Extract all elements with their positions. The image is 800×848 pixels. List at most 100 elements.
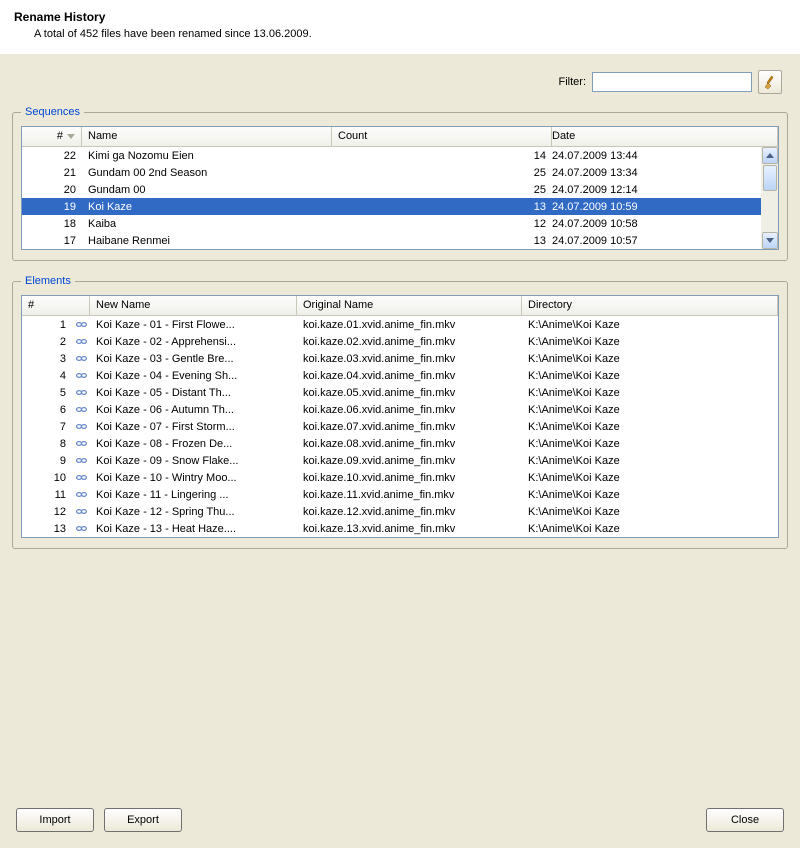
- seq-row-num: 21: [22, 167, 82, 179]
- seq-row-num: 19: [22, 201, 82, 213]
- elements-header: # New Name Original Name Directory: [22, 296, 778, 316]
- elem-row-icon: [72, 437, 90, 450]
- scroll-thumb[interactable]: [763, 165, 777, 191]
- elem-row-dir: K:\Anime\Koi Kaze: [522, 455, 742, 467]
- chevron-up-icon: [766, 153, 774, 158]
- elements-row[interactable]: 9Koi Kaze - 09 - Snow Flake...koi.kaze.0…: [22, 452, 778, 469]
- page-subtitle: A total of 452 files have been renamed s…: [34, 28, 786, 40]
- close-button[interactable]: Close: [706, 808, 784, 832]
- seq-row-name: Gundam 00: [82, 184, 332, 196]
- elem-row-new: Koi Kaze - 06 - Autumn Th...: [90, 404, 297, 416]
- elem-row-dir: K:\Anime\Koi Kaze: [522, 336, 742, 348]
- elements-row[interactable]: 10Koi Kaze - 10 - Wintry Moo...koi.kaze.…: [22, 469, 778, 486]
- elements-row[interactable]: 11Koi Kaze - 11 - Lingering ...koi.kaze.…: [22, 486, 778, 503]
- elem-row-orig: koi.kaze.09.xvid.anime_fin.mkv: [297, 455, 522, 467]
- sequences-col-date[interactable]: Date: [552, 127, 778, 146]
- seq-row-count: 14: [332, 150, 552, 162]
- sequences-row[interactable]: 17Haibane Renmei1324.07.2009 10:57: [22, 232, 761, 249]
- link-icon: [75, 505, 88, 518]
- clear-filter-button[interactable]: [758, 70, 782, 94]
- seq-row-date: 24.07.2009 10:57: [552, 235, 742, 247]
- link-icon: [75, 352, 88, 365]
- elem-row-new: Koi Kaze - 03 - Gentle Bre...: [90, 353, 297, 365]
- elements-row[interactable]: 1Koi Kaze - 01 - First Flowe...koi.kaze.…: [22, 316, 778, 333]
- export-button[interactable]: Export: [104, 808, 182, 832]
- elem-row-dir: K:\Anime\Koi Kaze: [522, 353, 742, 365]
- elem-row-icon: [72, 318, 90, 331]
- elem-row-icon: [72, 454, 90, 467]
- elem-row-orig: koi.kaze.03.xvid.anime_fin.mkv: [297, 353, 522, 365]
- elem-row-num: 13: [22, 523, 72, 535]
- sequences-row[interactable]: 22Kimi ga Nozomu Eien1424.07.2009 13:44: [22, 147, 761, 164]
- page-title: Rename History: [14, 10, 786, 24]
- scroll-down-button[interactable]: [762, 232, 778, 249]
- sequences-scrollbar[interactable]: [761, 147, 778, 249]
- elem-row-num: 12: [22, 506, 72, 518]
- elem-row-num: 1: [22, 319, 72, 331]
- seq-row-count: 25: [332, 184, 552, 196]
- elem-row-orig: koi.kaze.11.xvid.anime_fin.mkv: [297, 489, 522, 501]
- seq-row-num: 22: [22, 150, 82, 162]
- sequences-col-name[interactable]: Name: [82, 127, 332, 146]
- filter-row: Filter:: [18, 70, 782, 94]
- seq-row-name: Koi Kaze: [82, 201, 332, 213]
- elem-row-dir: K:\Anime\Koi Kaze: [522, 472, 742, 484]
- elem-row-dir: K:\Anime\Koi Kaze: [522, 370, 742, 382]
- elem-row-orig: koi.kaze.01.xvid.anime_fin.mkv: [297, 319, 522, 331]
- elem-row-orig: koi.kaze.02.xvid.anime_fin.mkv: [297, 336, 522, 348]
- link-icon: [75, 318, 88, 331]
- sequences-col-num[interactable]: #: [22, 127, 82, 146]
- seq-row-num: 18: [22, 218, 82, 230]
- elements-col-num[interactable]: #: [22, 296, 90, 315]
- elem-row-num: 7: [22, 421, 72, 433]
- elements-row[interactable]: 5Koi Kaze - 05 - Distant Th...koi.kaze.0…: [22, 384, 778, 401]
- filter-input[interactable]: [592, 72, 752, 92]
- seq-row-date: 24.07.2009 10:58: [552, 218, 742, 230]
- elements-row[interactable]: 8Koi Kaze - 08 - Frozen De...koi.kaze.08…: [22, 435, 778, 452]
- link-icon: [75, 335, 88, 348]
- elements-row[interactable]: 6Koi Kaze - 06 - Autumn Th...koi.kaze.06…: [22, 401, 778, 418]
- elem-row-orig: koi.kaze.12.xvid.anime_fin.mkv: [297, 506, 522, 518]
- elem-row-num: 2: [22, 336, 72, 348]
- elements-listview[interactable]: # New Name Original Name Directory 1Koi …: [21, 295, 779, 538]
- elem-row-new: Koi Kaze - 04 - Evening Sh...: [90, 370, 297, 382]
- elements-col-orig[interactable]: Original Name: [297, 296, 522, 315]
- seq-row-name: Kimi ga Nozomu Eien: [82, 150, 332, 162]
- header: Rename History A total of 452 files have…: [0, 0, 800, 54]
- sequences-row[interactable]: 20Gundam 002524.07.2009 12:14: [22, 181, 761, 198]
- sequences-row[interactable]: 19Koi Kaze1324.07.2009 10:59: [22, 198, 761, 215]
- elements-row[interactable]: 7Koi Kaze - 07 - First Storm...koi.kaze.…: [22, 418, 778, 435]
- elements-row[interactable]: 12Koi Kaze - 12 - Spring Thu...koi.kaze.…: [22, 503, 778, 520]
- elem-row-new: Koi Kaze - 08 - Frozen De...: [90, 438, 297, 450]
- elem-row-dir: K:\Anime\Koi Kaze: [522, 506, 742, 518]
- elem-row-dir: K:\Anime\Koi Kaze: [522, 319, 742, 331]
- elem-row-new: Koi Kaze - 10 - Wintry Moo...: [90, 472, 297, 484]
- sequences-legend: Sequences: [21, 106, 84, 118]
- sort-desc-icon: [67, 134, 75, 139]
- link-icon: [75, 454, 88, 467]
- link-icon: [75, 488, 88, 501]
- elements-row[interactable]: 4 Koi Kaze - 04 - Evening Sh...koi.kaze.0…: [22, 367, 778, 384]
- elements-row[interactable]: 3Koi Kaze - 03 - Gentle Bre...koi.kaze.0…: [22, 350, 778, 367]
- sequences-col-count[interactable]: Count: [332, 127, 552, 146]
- elem-row-icon: [72, 488, 90, 501]
- elem-row-orig: koi.kaze.04.xvid.anime_fin.mkv: [297, 370, 522, 382]
- elements-row[interactable]: 2Koi Kaze - 02 - Apprehensi...koi.kaze.0…: [22, 333, 778, 350]
- elem-row-num: 5: [22, 387, 72, 399]
- elem-row-num: 4: [22, 370, 72, 382]
- scroll-up-button[interactable]: [762, 147, 778, 164]
- elem-row-num: 10: [22, 472, 72, 484]
- elements-col-new[interactable]: New Name: [90, 296, 297, 315]
- elem-row-icon: [72, 335, 90, 348]
- elements-row[interactable]: 13Koi Kaze - 13 - Heat Haze....koi.kaze.…: [22, 520, 778, 537]
- sequences-row[interactable]: 21Gundam 00 2nd Season2524.07.2009 13:34: [22, 164, 761, 181]
- seq-row-date: 24.07.2009 13:44: [552, 150, 742, 162]
- seq-row-count: 25: [332, 167, 552, 179]
- sequences-listview[interactable]: # Name Count Date 22Kimi ga Nozomu Eien1…: [21, 126, 779, 250]
- elem-row-orig: koi.kaze.05.xvid.anime_fin.mkv: [297, 387, 522, 399]
- elem-row-dir: K:\Anime\Koi Kaze: [522, 404, 742, 416]
- elements-col-dir[interactable]: Directory: [522, 296, 778, 315]
- elem-row-icon: [72, 522, 90, 535]
- sequences-row[interactable]: 18Kaiba1224.07.2009 10:58: [22, 215, 761, 232]
- import-button[interactable]: Import: [16, 808, 94, 832]
